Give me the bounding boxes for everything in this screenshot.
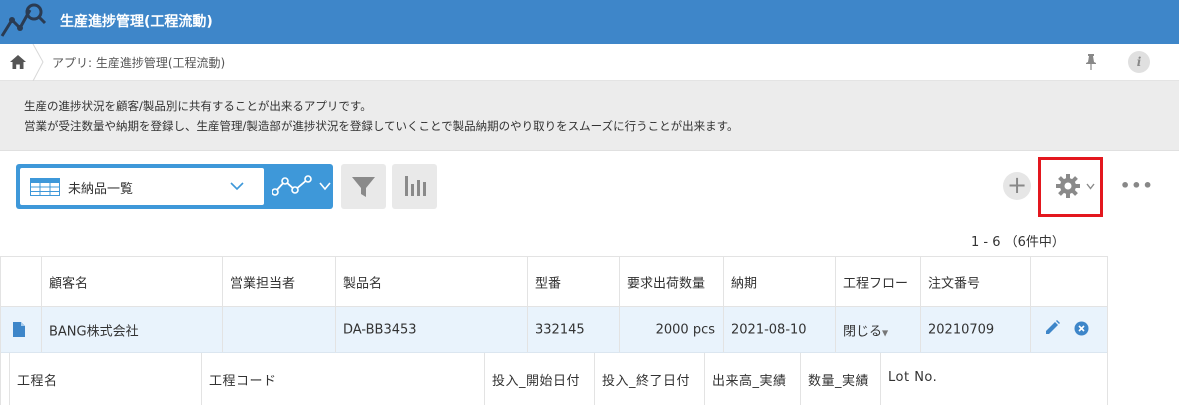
flow-dropdown-icon[interactable]: ▼ bbox=[882, 328, 888, 337]
breadcrumb-separator-icon bbox=[32, 44, 44, 81]
info-icon[interactable]: i bbox=[1128, 51, 1150, 73]
bar-chart-icon bbox=[405, 176, 426, 196]
column-header-quantity[interactable]: 要求出荷数量 bbox=[619, 257, 723, 306]
graph-view-icon[interactable] bbox=[272, 175, 312, 197]
subtable-header-row: 工程名 工程コード 投入_開始日付 投入_終了日付 出来高_実績 数量_実績 L… bbox=[10, 353, 1109, 405]
more-options-button[interactable]: ••• bbox=[1120, 176, 1153, 196]
home-icon[interactable] bbox=[10, 55, 26, 69]
add-record-button[interactable]: + bbox=[1003, 172, 1031, 200]
column-header-due-date[interactable]: 納期 bbox=[723, 257, 835, 306]
edit-pencil-icon[interactable] bbox=[1045, 320, 1060, 335]
filter-button[interactable] bbox=[341, 164, 386, 209]
cell-model: 332145 bbox=[527, 307, 619, 352]
column-header-sales-rep[interactable]: 営業担当者 bbox=[222, 257, 335, 306]
header-actions-spacer bbox=[1030, 257, 1107, 306]
filter-icon bbox=[352, 177, 375, 197]
breadcrumb-app-link[interactable]: アプリ: 生産進捗管理(工程流動) bbox=[52, 54, 225, 71]
column-header-order-no[interactable]: 注文番号 bbox=[920, 257, 1030, 306]
app-logo-icon bbox=[0, 3, 47, 37]
records-table: 顧客名 営業担当者 製品名 型番 要求出荷数量 納期 工程フロー 注文番号 BA… bbox=[0, 256, 1108, 405]
column-header-model[interactable]: 型番 bbox=[527, 257, 619, 306]
subtable: 工程名 工程コード 投入_開始日付 投入_終了日付 出来高_実績 数量_実績 L… bbox=[9, 353, 1108, 405]
table-row[interactable]: BANG株式会社 DA-BB3453 332145 2000 pcs 2021-… bbox=[1, 307, 1107, 353]
column-header-product[interactable]: 製品名 bbox=[335, 257, 527, 306]
cell-actions bbox=[1030, 307, 1107, 352]
cell-customer: BANG株式会社 bbox=[41, 307, 222, 352]
pagination-status: 1 - 6 （6件中） bbox=[971, 235, 1065, 250]
list-view-icon bbox=[30, 178, 60, 196]
subtable-header-quantity: 数量_実績 bbox=[800, 353, 880, 405]
cell-sales-rep bbox=[222, 307, 335, 352]
chevron-down-icon bbox=[230, 182, 244, 191]
subtable-header-end-date: 投入_終了日付 bbox=[594, 353, 704, 405]
subtable-header-lot-no: Lot No. bbox=[880, 353, 1109, 405]
app-title: 生産進捗管理(工程流動) bbox=[60, 14, 213, 30]
cell-order-no: 20210709 bbox=[920, 307, 1030, 352]
cell-product: DA-BB3453 bbox=[335, 307, 527, 352]
column-header-flow[interactable]: 工程フロー bbox=[835, 257, 920, 306]
subtable-header-output: 出来高_実績 bbox=[704, 353, 800, 405]
subtable-header-process-code: 工程コード bbox=[201, 353, 484, 405]
description-line-1: 生産の進捗状況を顧客/製品別に共有することが出来るアプリです。 bbox=[24, 99, 372, 113]
table-header-row: 顧客名 営業担当者 製品名 型番 要求出荷数量 納期 工程フロー 注文番号 bbox=[1, 257, 1107, 307]
document-icon[interactable] bbox=[13, 322, 25, 337]
view-selector: 未納品一覧 bbox=[16, 164, 333, 209]
breadcrumb: アプリ: 生産進捗管理(工程流動) i bbox=[0, 44, 1179, 81]
cell-quantity: 2000 pcs bbox=[619, 307, 723, 352]
chart-button[interactable] bbox=[392, 164, 437, 209]
delete-icon[interactable] bbox=[1074, 321, 1089, 336]
view-select-label: 未納品一覧 bbox=[68, 182, 134, 197]
view-select-dropdown[interactable]: 未納品一覧 bbox=[20, 168, 264, 205]
app-header: 生産進捗管理(工程流動) bbox=[0, 0, 1179, 44]
app-description: 生産の進捗状況を顧客/製品別に共有することが出来るアプリです。 営業が受注数量や… bbox=[0, 81, 1179, 151]
subtable-header-start-date: 投入_開始日付 bbox=[484, 353, 594, 405]
gear-chevron-down-icon[interactable] bbox=[1086, 183, 1095, 190]
gear-icon[interactable] bbox=[1055, 173, 1081, 199]
description-line-2: 営業が受注数量や納期を登録し、生産管理/製造部が進捗状況を登録していくことで製品… bbox=[24, 119, 739, 133]
header-spacer bbox=[1, 257, 41, 306]
flow-status: 閉じる bbox=[843, 324, 883, 339]
column-header-customer[interactable]: 顧客名 bbox=[41, 257, 222, 306]
graph-chevron-down-icon[interactable] bbox=[319, 182, 331, 191]
pin-icon[interactable] bbox=[1084, 53, 1098, 71]
cell-due-date: 2021-08-10 bbox=[723, 307, 835, 352]
subtable-header-process-name: 工程名 bbox=[17, 374, 58, 389]
cell-flow[interactable]: 閉じる▼ bbox=[835, 307, 920, 352]
row-detail-cell[interactable] bbox=[1, 307, 41, 352]
